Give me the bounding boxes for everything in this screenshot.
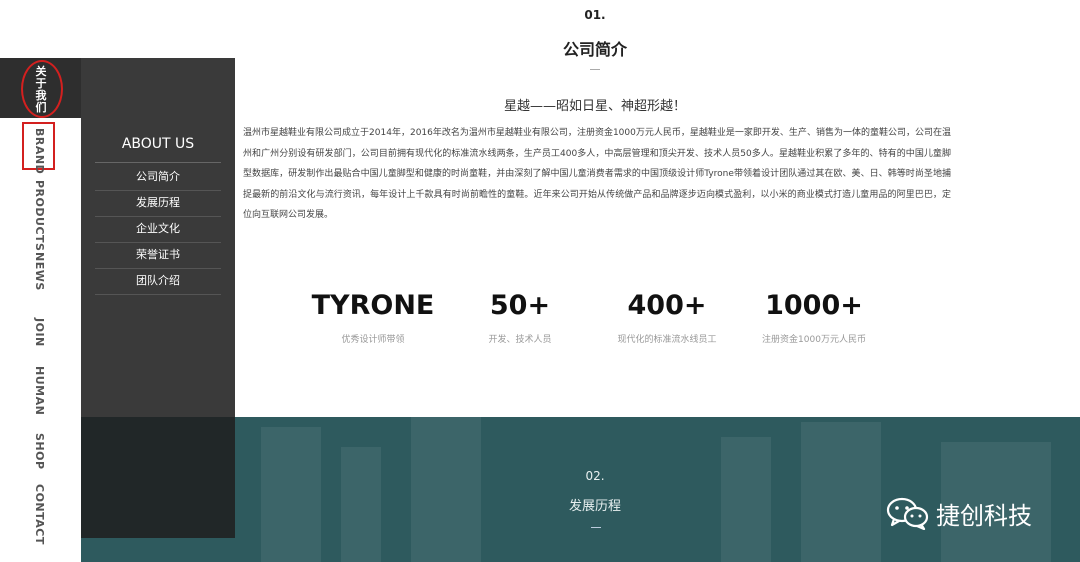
stat-value: 400+ — [627, 290, 707, 321]
red-circle-annotation — [21, 60, 63, 118]
nav-item-join[interactable]: JOIN — [33, 318, 46, 347]
section-title: 公司简介 — [562, 40, 627, 59]
banner-panel-overlay — [81, 417, 235, 538]
building-shape — [411, 417, 481, 562]
brand-name: 捷创科技 — [936, 501, 1032, 530]
nav-item-products[interactable]: PRODUCTS — [33, 180, 46, 251]
about-menu-culture[interactable]: 企业文化 — [95, 217, 221, 243]
stat-item: 1000+ 注册资金1000万元人民币 — [739, 288, 889, 345]
stat-item: 400+ 现代化的标准流水线员工 — [592, 288, 742, 345]
building-shape — [801, 422, 881, 562]
wechat-icon — [886, 496, 930, 531]
about-menu-company-intro[interactable]: 公司简介 — [95, 165, 221, 191]
stat-label: 现代化的标准流水线员工 — [617, 335, 717, 345]
stat-value: 1000+ — [765, 290, 863, 321]
vertical-nav: 关于我们 BRAND PRODUCTS NEWS JOIN HUMAN SHOP… — [0, 58, 81, 562]
slogan: 星越——昭如日星、神超形越！ — [503, 99, 686, 114]
brand-watermark: 捷创科技 — [886, 496, 1032, 531]
stat-value: 50+ — [489, 290, 551, 321]
about-menu-team[interactable]: 团队介绍 — [95, 269, 221, 295]
about-title: ABOUT US — [121, 136, 195, 152]
stat-label: 开发、技术人员 — [488, 335, 552, 345]
stat-label: 优秀设计师带领 — [341, 335, 405, 345]
about-menu-honors[interactable]: 荣誉证书 — [95, 243, 221, 269]
history-banner: 02. 发展历程 — [81, 417, 1080, 562]
section-number: 02. — [585, 469, 605, 483]
section-title: 发展历程 — [568, 499, 621, 514]
nav-item-human[interactable]: HUMAN — [33, 366, 46, 415]
building-shape — [721, 437, 771, 562]
about-menu: 公司简介 发展历程 企业文化 荣誉证书 团队介绍 — [95, 165, 221, 295]
nav-item-shop[interactable]: SHOP — [33, 433, 46, 470]
nav-item-news[interactable]: NEWS — [33, 252, 46, 291]
building-shape — [261, 427, 321, 562]
company-description: 温州市星越鞋业有限公司成立于2014年，2016年改名为温州市星越鞋业有限公司，… — [243, 128, 951, 220]
stat-item: 50+ 开发、技术人员 — [445, 288, 595, 345]
about-menu-history[interactable]: 发展历程 — [95, 191, 221, 217]
divider — [590, 69, 600, 70]
nav-item-contact[interactable]: CONTACT — [33, 484, 46, 545]
stat-item: TYRONE 优秀设计师带领 — [298, 288, 448, 345]
section-number: 01. — [584, 8, 606, 22]
divider — [591, 527, 601, 528]
divider — [95, 162, 221, 163]
building-shape — [341, 447, 381, 562]
nav-item-brand[interactable]: BRAND — [33, 128, 46, 174]
nav-item-about-active[interactable]: 关于我们 — [0, 58, 81, 118]
stats-row: TYRONE 优秀设计师带领 50+ 开发、技术人员 400+ 现代化的标准流水… — [308, 288, 888, 358]
stat-value: TYRONE — [311, 290, 435, 321]
stat-label: 注册资金1000万元人民币 — [762, 335, 866, 345]
